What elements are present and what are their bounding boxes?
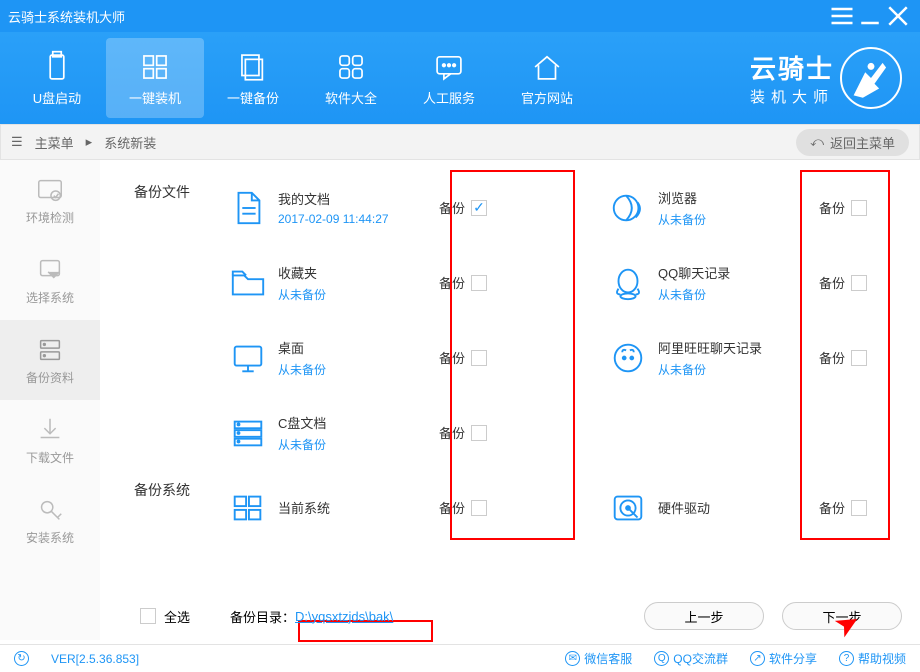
breadcrumb-current: 系统新装 <box>104 133 156 152</box>
backup-checkbox-documents[interactable]: 备份✓ <box>418 198 508 217</box>
browser-icon <box>598 189 658 227</box>
wechat-support[interactable]: ✉微信客服 <box>565 650 632 667</box>
backup-checkbox-browser[interactable]: 备份 <box>798 198 888 217</box>
select-all-checkbox[interactable] <box>140 608 156 624</box>
sidebar-item-install[interactable]: 安装系统 <box>0 480 100 560</box>
nav-website[interactable]: 官方网站 <box>498 38 596 118</box>
nav-one-click-backup[interactable]: 一键备份 <box>204 38 302 118</box>
return-icon: ⤺ <box>810 134 824 150</box>
knight-icon <box>840 47 902 109</box>
backup-checkbox-desktop[interactable]: 备份 <box>418 348 508 367</box>
next-button[interactable]: 下一步 <box>782 602 902 630</box>
qq-group[interactable]: QQQ交流群 <box>654 650 728 667</box>
backup-checkbox-favorites[interactable]: 备份 <box>418 273 508 292</box>
sidebar-item-select-system[interactable]: 选择系统 <box>0 240 100 320</box>
backup-checkbox-wangwang[interactable]: 备份 <box>798 348 888 367</box>
version-label: VER[2.5.36.853] <box>51 652 139 666</box>
windows-icon <box>218 489 278 527</box>
section-backup-files: 备份文件 <box>134 182 190 202</box>
nav-software[interactable]: 软件大全 <box>302 38 400 118</box>
nav-one-click-install[interactable]: 一键装机 <box>106 38 204 118</box>
breadcrumb-root[interactable]: 主菜单 <box>35 133 74 152</box>
disk-icon <box>218 414 278 452</box>
menu-icon[interactable]: ☰ <box>11 134 23 150</box>
help-video[interactable]: ?帮助视频 <box>839 650 906 667</box>
backup-checkbox-qq[interactable]: 备份 <box>798 273 888 292</box>
wangwang-icon <box>598 339 658 377</box>
sidebar-item-backup-data[interactable]: 备份资料 <box>0 320 100 400</box>
select-all-label[interactable]: 全选 <box>164 607 190 626</box>
minimize-icon[interactable] <box>856 2 884 30</box>
monitor-icon <box>218 339 278 377</box>
nav-usb-boot[interactable]: U盘启动 <box>8 38 106 118</box>
brand-logo: 云骑士 装机大师 <box>750 47 902 109</box>
document-icon <box>218 189 278 227</box>
backup-checkbox-system[interactable]: 备份 <box>418 498 508 517</box>
backup-path-link[interactable]: D:\yqsxtzjds\bak\ <box>295 609 393 624</box>
close-icon[interactable] <box>884 2 912 30</box>
app-title: 云骑士系统装机大师 <box>8 7 125 26</box>
refresh-icon[interactable]: ↻ <box>14 651 29 666</box>
backup-checkbox-cdrive[interactable]: 备份 <box>418 423 508 442</box>
nav-support[interactable]: 人工服务 <box>400 38 498 118</box>
sidebar-item-env-check[interactable]: 环境检测 <box>0 160 100 240</box>
menu-icon[interactable] <box>828 2 856 30</box>
section-backup-system: 备份系统 <box>134 480 190 500</box>
hdd-icon <box>598 489 658 527</box>
back-button[interactable]: ⤺ 返回主菜单 <box>796 129 909 156</box>
folder-icon <box>218 264 278 302</box>
backup-checkbox-drivers[interactable]: 备份 <box>798 498 888 517</box>
backup-path-label: 备份目录： <box>230 607 295 626</box>
prev-button[interactable]: 上一步 <box>644 602 764 630</box>
sidebar-item-download[interactable]: 下载文件 <box>0 400 100 480</box>
share-link[interactable]: ↗软件分享 <box>750 650 817 667</box>
qq-icon <box>598 264 658 302</box>
